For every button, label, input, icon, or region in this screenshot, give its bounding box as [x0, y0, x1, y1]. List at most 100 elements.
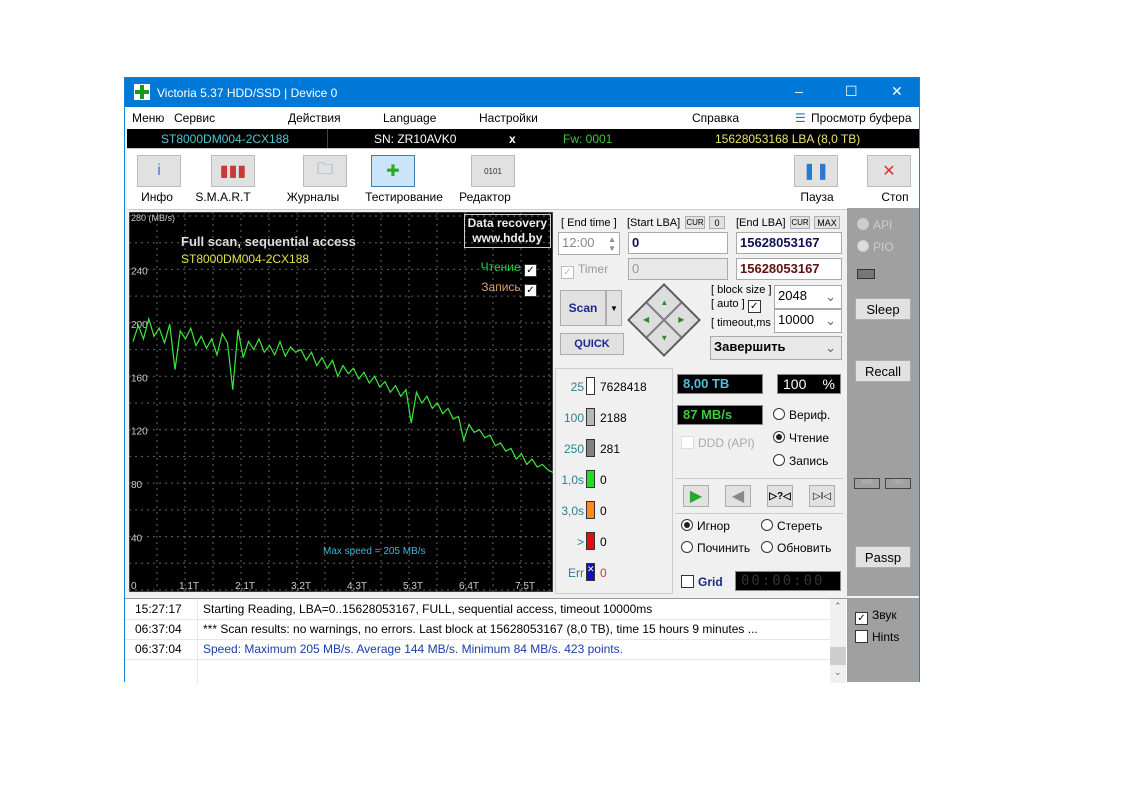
play-forward-icon[interactable]: ▶ [683, 485, 709, 507]
legend-read[interactable]: Чтение ✓ [481, 260, 541, 277]
start-zero-button[interactable]: 0 [709, 216, 725, 229]
direction-pad: ▲ ▶ ◀ ▼ [627, 283, 701, 357]
app-logo-icon [134, 84, 150, 100]
logs-icon[interactable]: 🗀 [303, 155, 347, 187]
start-cur-button[interactable]: CUR [685, 216, 705, 229]
timer-checkbox[interactable]: ✓ Timer [561, 262, 608, 279]
block-size-select[interactable]: 2048 ⌄ [774, 285, 842, 309]
menu-item[interactable]: Меню [132, 111, 164, 125]
mode-radio[interactable]: Запись [773, 454, 828, 468]
x-tick-label: 6,4T [459, 581, 479, 592]
pio-radio[interactable]: PIO [857, 240, 894, 254]
pause-icon[interactable]: ❚❚ [794, 155, 838, 187]
ddd-checkbox[interactable]: DDD (API) [681, 436, 755, 450]
close-button[interactable]: ✕ [891, 83, 903, 100]
timer-input[interactable]: 0 [628, 258, 728, 280]
block-swatch [586, 501, 595, 519]
playback-controls: ▶ ◀ ▷?◁ ▷I◁ [675, 478, 843, 514]
end-lba-result: 15628053167 [736, 258, 842, 280]
recall-button[interactable]: Recall [855, 360, 911, 382]
block-label: 25 [570, 380, 584, 394]
toolbar-label[interactable]: Инфо [127, 190, 187, 204]
action-radio[interactable]: Стереть [761, 519, 822, 533]
stop-icon[interactable]: ✕ [867, 155, 911, 187]
y-tick-label: 40 [131, 534, 143, 545]
grid-checkbox[interactable]: Grid [681, 575, 723, 589]
log-text: Speed: Maximum 205 MB/s. Average 144 MB/… [203, 642, 623, 656]
block-label: 1,0s [561, 473, 584, 487]
editor-icon[interactable]: 0101 [471, 155, 515, 187]
close-device-button[interactable]: x [509, 132, 516, 146]
end-max-button[interactable]: MAX [814, 216, 840, 229]
title-bar: Victoria 5.37 HDD/SSD | Device 0 – ☐ ✕ [125, 78, 919, 107]
start-lba-input[interactable]: 0 [628, 232, 728, 254]
sleep-button[interactable]: Sleep [855, 298, 911, 320]
auto-checkbox[interactable]: [ auto ] ✓ [711, 298, 765, 313]
scan-dropdown-icon[interactable]: ▼ [606, 290, 622, 326]
progress-percent: 100% [777, 374, 841, 394]
block-swatch [586, 439, 595, 457]
toolbar-label[interactable]: Журналы [283, 190, 343, 204]
butterfly-icon[interactable]: ▷I◁ [809, 485, 835, 507]
scroll-thumb [830, 647, 846, 665]
info-icon[interactable]: i [137, 155, 181, 187]
action-radio[interactable]: Починить [681, 541, 750, 555]
scan-button[interactable]: Scan [560, 290, 606, 326]
sound-checkbox[interactable]: ✓ Звук [855, 608, 897, 625]
menu-item[interactable]: Language [383, 111, 436, 125]
x-tick-label: 2,1T [235, 581, 255, 592]
y-tick-label: 120 [131, 427, 148, 438]
block-label: > [576, 535, 584, 549]
test-icon[interactable]: ✚ [371, 155, 415, 187]
elapsed-timer: 00:00:00 [735, 571, 841, 591]
passp-button[interactable]: Passp [855, 546, 911, 568]
menu-item[interactable]: Сервис [174, 111, 215, 125]
menu-item[interactable]: Настройки [479, 111, 538, 125]
log-text: Starting Reading, LBA=0..15628053167, FU… [203, 602, 653, 616]
legend-write[interactable]: Запись ✓ [481, 280, 541, 297]
api-radio[interactable]: API [857, 218, 892, 232]
end-time-input[interactable]: 12:00 ▲ ▼ [558, 232, 620, 255]
toolbar-label[interactable]: Пауза [787, 190, 847, 204]
toolbar-label[interactable]: Тестирование [359, 190, 449, 204]
timeout-select[interactable]: 10000 ⌄ [774, 309, 842, 333]
action-radio[interactable]: Игнор [681, 519, 730, 533]
checkbox-icon: ✓ [524, 264, 537, 277]
menu-bar: Меню Сервис Действия Language Настройки … [125, 107, 919, 129]
end-cur-button[interactable]: CUR [790, 216, 810, 229]
log-text: *** Scan results: no warnings, no errors… [203, 622, 758, 636]
smart-icon[interactable]: ▮▮▮ [211, 155, 255, 187]
device-model: ST8000DM004-2CX188 [161, 132, 290, 146]
device-serial: SN: ZR10AVK0 [374, 132, 457, 146]
buffer-list-icon: ☰ [795, 111, 806, 125]
play-backward-icon[interactable]: ◀ [725, 485, 751, 507]
x-tick-label: 0 [131, 581, 137, 592]
quick-button[interactable]: QUICK [560, 333, 624, 355]
action-radio[interactable]: Обновить [761, 541, 831, 555]
mode-radio[interactable]: Чтение [773, 431, 829, 445]
toolbar-label[interactable]: Стоп [865, 190, 925, 204]
toolbar-label[interactable]: S.M.A.R.T [193, 190, 253, 204]
options-panel: ✓ Звук Hints [847, 598, 919, 682]
block-size-label: [ block size ] [711, 284, 772, 296]
random-seek-icon[interactable]: ▷?◁ [767, 485, 793, 507]
maximize-button[interactable]: ☐ [845, 83, 858, 100]
device-capacity: 15628053168 LBA (8,0 TB) [715, 132, 861, 146]
minimize-button[interactable]: – [795, 83, 803, 99]
current-speed: 87 MB/s [677, 405, 763, 425]
toolbar-label[interactable]: Редактор [455, 190, 515, 204]
block-count: 0 [600, 566, 607, 580]
menu-item[interactable]: Действия [288, 111, 341, 125]
mode-radio[interactable]: Вериф. [773, 408, 830, 422]
menu-item[interactable]: Справка [692, 111, 739, 125]
wr-indicator: WR [854, 478, 880, 489]
finish-action-select[interactable]: Завершить ⌄ [710, 336, 842, 360]
hints-checkbox[interactable]: Hints [855, 630, 899, 644]
menu-item[interactable]: Просмотр буфера [811, 111, 912, 125]
start-lba-label: [Start LBA] [627, 217, 681, 229]
block-label: 3,0s [561, 504, 584, 518]
block-count: 0 [600, 473, 607, 487]
end-lba-input[interactable]: 15628053167 [736, 232, 842, 254]
log-scrollbar[interactable]: ⌃ ⌄ [830, 599, 846, 683]
chart-subtitle: ST8000DM004-2CX188 [181, 252, 310, 266]
